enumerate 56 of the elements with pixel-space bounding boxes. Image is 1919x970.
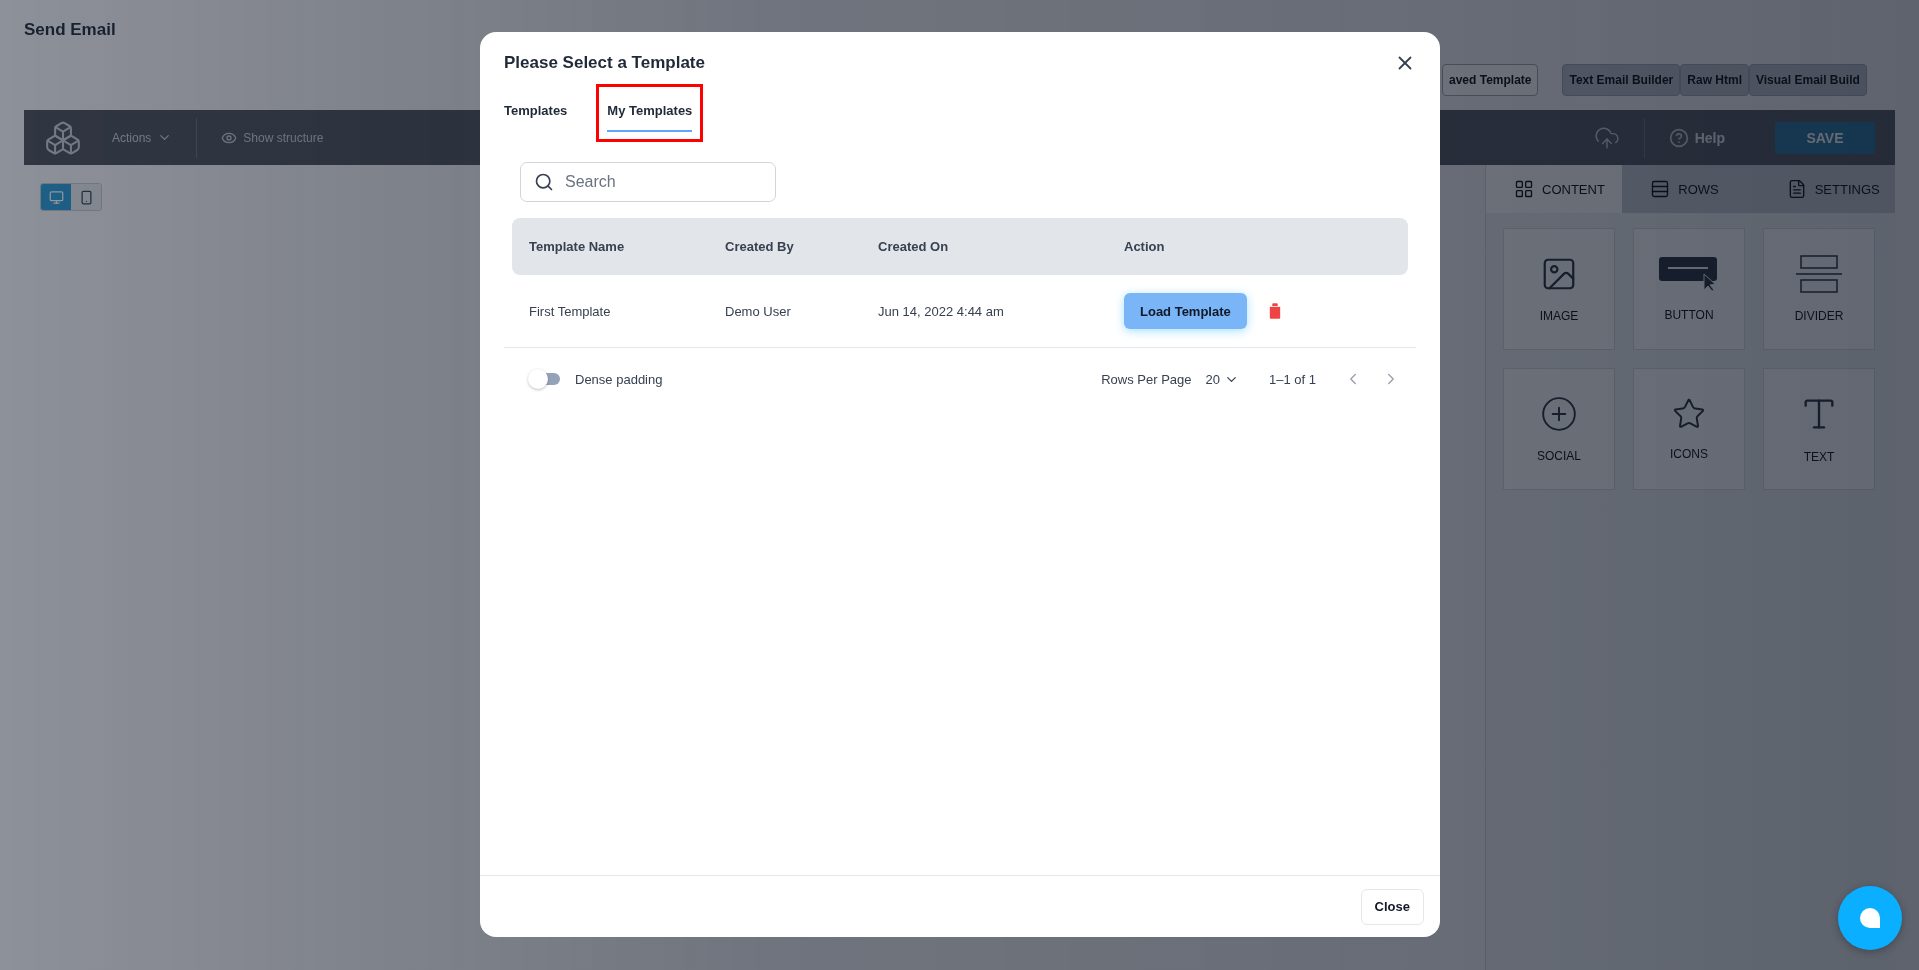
search-icon: [534, 172, 554, 192]
load-template-button[interactable]: Load Template: [1124, 293, 1247, 329]
monitor-icon: [48, 189, 64, 205]
panel-tab[interactable]: ROWS: [1622, 165, 1759, 213]
dialog-tab[interactable]: Templates: [493, 84, 579, 142]
button-icon: [1658, 256, 1720, 292]
content-block[interactable]: ICONS: [1633, 368, 1745, 490]
grid-icon: [1514, 179, 1534, 199]
content-block[interactable]: TEXT: [1763, 368, 1875, 490]
page-range: 1–1 of 1: [1269, 371, 1316, 387]
table-cell-text: Jun 14, 2022 4:44 am: [878, 303, 1005, 319]
editor-tab[interactable]: Raw Html: [1680, 64, 1749, 96]
editor-tab[interactable]: Text Email Builder: [1562, 64, 1681, 96]
content-block[interactable]: DIVIDER: [1763, 228, 1875, 350]
desktop-view-button[interactable]: [41, 184, 71, 210]
table-cell-text: First Template: [529, 303, 612, 319]
column-header: Action: [1124, 239, 1166, 254]
rows-per-page-label: Rows Per Page: [1101, 371, 1192, 387]
table-cell-text: Demo User: [725, 303, 792, 319]
save-button[interactable]: SAVE: [1775, 121, 1875, 154]
mobile-view-button[interactable]: [71, 184, 101, 210]
help-icon: [1668, 127, 1689, 148]
block-label: BUTTON: [1664, 308, 1714, 322]
panel-tab[interactable]: SETTINGS: [1758, 165, 1895, 213]
close-button[interactable]: Close: [1360, 888, 1424, 925]
chat-bubble-icon: [1858, 906, 1882, 930]
plus-circle-icon: [1540, 395, 1578, 433]
content-block[interactable]: SOCIAL: [1503, 368, 1615, 490]
content-block[interactable]: BUTTON: [1633, 228, 1745, 350]
search-field[interactable]: Search: [520, 162, 776, 202]
star-icon: [1672, 397, 1706, 431]
column-header: Template Name: [529, 239, 626, 254]
block-label: TEXT: [1803, 450, 1835, 464]
block-label: SOCIAL: [1537, 449, 1581, 463]
editor-tab[interactable]: Visual Email Build: [1749, 64, 1867, 96]
rows-icon: [1650, 179, 1671, 199]
panel-tab-label: ROWS: [1678, 181, 1719, 197]
column-header: Created On: [878, 239, 950, 254]
panel-tab-label: SETTINGS: [1814, 181, 1880, 197]
editor-tab[interactable]: aved Template: [1442, 64, 1539, 96]
panel-tab[interactable]: CONTENT: [1486, 165, 1623, 213]
smartphone-icon: [78, 189, 94, 205]
panel-tab-label: CONTENT: [1542, 181, 1605, 197]
actions-menu[interactable]: Actions: [112, 130, 173, 145]
block-label: DIVIDER: [1794, 309, 1844, 323]
divider-icon: [1795, 255, 1843, 293]
block-label: ICONS: [1670, 447, 1708, 461]
block-label: IMAGE: [1539, 309, 1579, 323]
page-title: Send Email: [24, 20, 117, 40]
dialog-title: Please Select a Template: [504, 53, 705, 73]
rows-per-page-select[interactable]: 20: [1205, 371, 1239, 387]
column-header: Created By: [725, 239, 795, 254]
content-block[interactable]: IMAGE: [1503, 228, 1615, 350]
dialog-tab[interactable]: My Templates: [596, 84, 704, 142]
switch-label: Dense padding: [575, 371, 663, 387]
show-structure-link[interactable]: Show structure: [243, 130, 324, 145]
